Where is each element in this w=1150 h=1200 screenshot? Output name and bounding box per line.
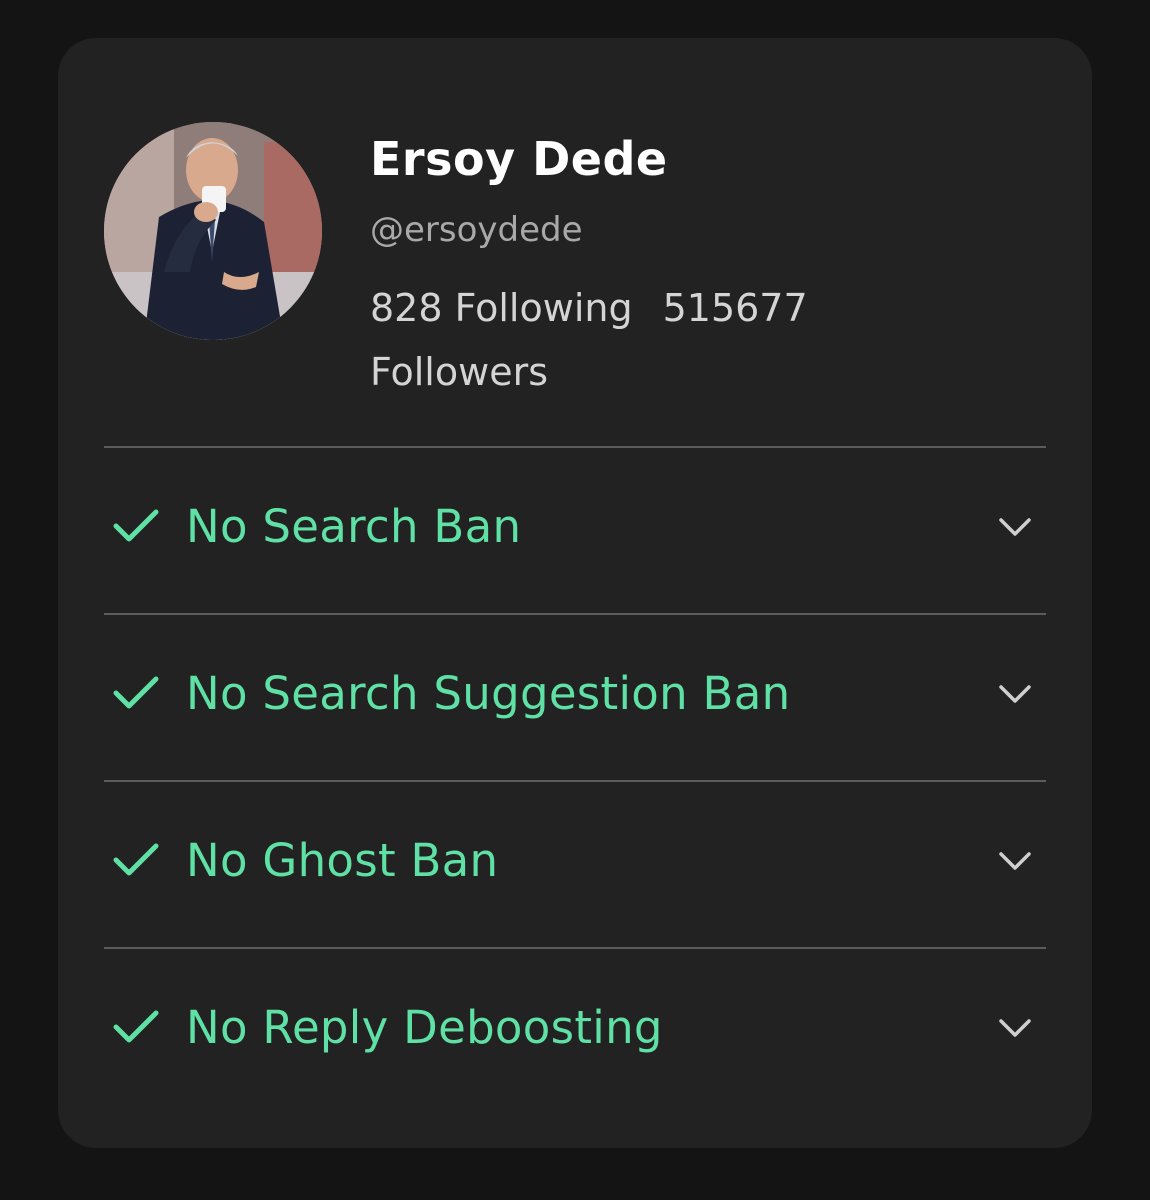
profile-stats: 828 Following 515677 Followers (370, 276, 890, 404)
chevron-down-icon[interactable] (998, 516, 1032, 538)
chevron-down-icon[interactable] (998, 683, 1032, 705)
avatar (104, 122, 322, 340)
profile-name: Ersoy Dede (370, 132, 668, 186)
check-row-reply-deboosting[interactable]: No Reply Deboosting (104, 949, 1046, 1113)
check-label: No Ghost Ban (186, 834, 499, 887)
check-icon (113, 843, 159, 876)
following-count: 828 (370, 286, 443, 330)
check-label: No Search Suggestion Ban (186, 667, 791, 720)
check-label: No Reply Deboosting (186, 1001, 663, 1054)
followers-count: 515677 (662, 286, 808, 330)
followers-label: Followers (370, 350, 548, 394)
check-row-search-ban[interactable]: No Search Ban (104, 448, 1046, 612)
following-stat[interactable]: 828 Following (370, 286, 633, 330)
check-row-ghost-ban[interactable]: No Ghost Ban (104, 782, 1046, 946)
check-label: No Search Ban (186, 500, 522, 553)
check-icon (113, 509, 159, 542)
shadowban-result-card: Ersoy Dede @ersoydede 828 Following 51567… (58, 38, 1092, 1148)
profile-header: Ersoy Dede @ersoydede 828 Following 51567… (58, 38, 1092, 448)
chevron-down-icon[interactable] (998, 1017, 1032, 1039)
chevron-down-icon[interactable] (998, 850, 1032, 872)
check-icon (113, 1010, 159, 1043)
following-label: Following (454, 286, 633, 330)
check-icon (113, 676, 159, 709)
avatar-photo (104, 122, 322, 340)
check-row-search-suggestion-ban[interactable]: No Search Suggestion Ban (104, 615, 1046, 779)
profile-handle: @ersoydede (370, 210, 583, 250)
